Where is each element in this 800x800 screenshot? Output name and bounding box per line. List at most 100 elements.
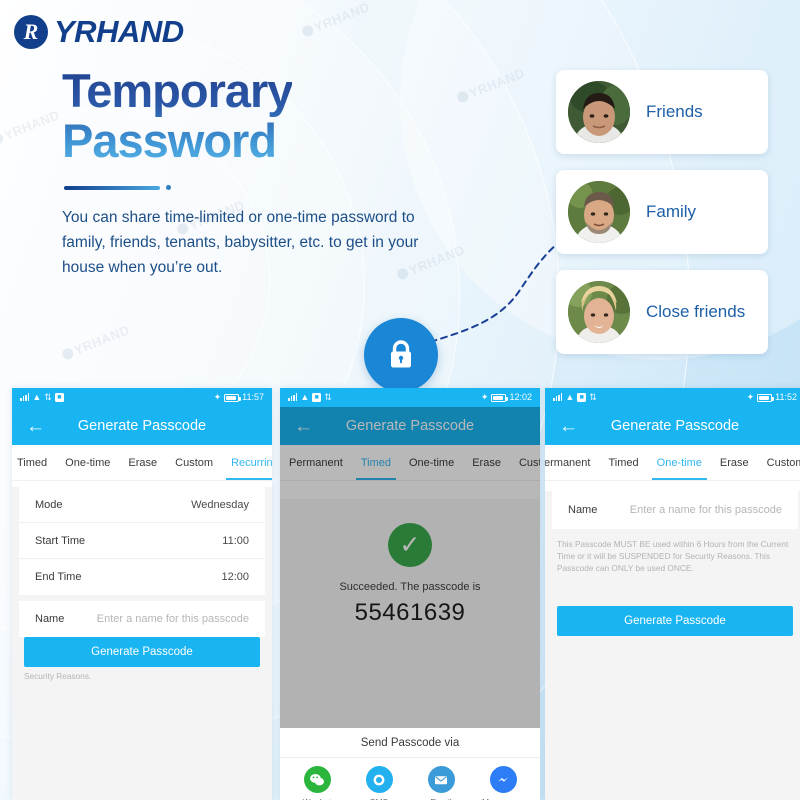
row-start-time[interactable]: Start Time 11:00 (19, 523, 265, 559)
page-title: Temporary Password (62, 66, 292, 166)
security-note: This Passcode MUST BE used within 6 Hour… (557, 539, 789, 573)
tab-custom[interactable]: Custom (758, 445, 800, 480)
phone-screenshot-2: ▲ ■ ⇅ ✦ 12:02 ← Generate Passcode Perman… (280, 388, 540, 800)
watermark: YRHAND (60, 322, 132, 363)
share-app-email[interactable]: Email (415, 766, 467, 800)
status-time: 12:02 (509, 392, 532, 402)
tab-timed[interactable]: Timed (12, 445, 56, 480)
list-item-label: Family (646, 202, 697, 221)
share-app-sms[interactable]: SMS (353, 766, 405, 800)
wifi-icon: ▲ (565, 392, 575, 402)
back-icon[interactable]: ← (559, 417, 578, 436)
brand-name: YRHAND (54, 14, 184, 49)
row-end-time[interactable]: End Time 12:00 (19, 559, 265, 595)
list-item-label: Friends (646, 102, 703, 121)
tab-timed[interactable]: Timed (352, 445, 400, 480)
wechat-icon (303, 766, 331, 793)
generate-passcode-button[interactable]: Generate Passcode (557, 606, 793, 636)
poster-canvas: YRHAND YRHAND YRHAND YRHAND YRHAND YRHAN… (0, 0, 800, 800)
bluetooth-icon: ✦ (213, 392, 222, 402)
screen-body: Name Enter a name for this passcode This… (545, 491, 800, 800)
tab-erase[interactable]: Erase (463, 445, 510, 480)
list-item-label: Close friends (646, 302, 746, 321)
battery-icon (757, 393, 775, 402)
usb-icon: ⇅ (589, 392, 597, 402)
result-panel: ✓ Succeeded. The passcode is 55461639 (292, 499, 528, 627)
messenger-icon (489, 766, 517, 793)
tab-custom[interactable]: Custom (510, 445, 540, 480)
page-title-line2: Password (62, 114, 277, 167)
row-label: Mode (35, 498, 63, 511)
row-label: End Time (35, 571, 82, 583)
share-app-list: Wechat SMS Email (280, 758, 540, 800)
back-icon[interactable]: ← (26, 417, 45, 436)
settings-list: Mode Wednesday Start Time 11:00 End Time… (19, 487, 265, 595)
phone-screenshot-3: ▲ ■ ⇅ ✦ 11:52 ← Generate Passcode ermane… (545, 388, 800, 800)
list-item[interactable]: Family (556, 170, 768, 254)
row-label: Name (568, 504, 598, 516)
tab-custom[interactable]: Custom (166, 445, 222, 480)
title-rule (64, 185, 160, 190)
tab-permanent[interactable]: ermanent (545, 445, 599, 480)
people-card-list: Friends § Family § (556, 70, 768, 370)
signal-icon (553, 392, 563, 403)
screen-body: Mode Wednesday Start Time 11:00 End Time… (12, 487, 272, 800)
passcode-value: 55461639 (354, 599, 466, 626)
app-bar: ← Generate Passcode (280, 407, 540, 445)
row-name[interactable]: Name Enter a name for this passcode (19, 601, 265, 637)
list-item[interactable]: Close friends (556, 270, 768, 354)
tab-erase[interactable]: Erase (119, 445, 166, 480)
generate-passcode-button[interactable]: Generate Passcode (24, 637, 260, 667)
name-input[interactable]: Enter a name for this passcode (630, 504, 782, 516)
app-icon: ■ (54, 393, 64, 402)
brand-mark-icon: R (14, 15, 48, 49)
usb-icon: ⇅ (44, 392, 52, 402)
battery-icon (491, 393, 509, 402)
back-icon[interactable]: ← (294, 417, 313, 436)
name-input[interactable]: Enter a name for this passcode (97, 613, 249, 625)
title-underline (64, 185, 171, 190)
success-check-icon: ✓ (388, 523, 432, 567)
row-label: Start Time (35, 534, 86, 547)
status-time: 11:52 (775, 392, 797, 402)
row-value: Wednesday (191, 498, 249, 511)
app-icon: ■ (577, 393, 587, 402)
tab-one-time[interactable]: One-time (648, 445, 711, 480)
list-item[interactable]: Friends (556, 70, 768, 154)
man-dark-hair-photo (568, 81, 630, 143)
share-app-wechat[interactable]: Wechat (291, 766, 343, 800)
hero-body-text: You can share time-limited or one-time p… (62, 209, 419, 276)
battery-icon (224, 393, 242, 402)
avatar (568, 81, 630, 143)
lock-badge (364, 318, 438, 392)
wifi-icon: ▲ (300, 392, 310, 402)
watermark: YRHAND (300, 0, 372, 40)
tab-one-time[interactable]: One-time (400, 445, 463, 480)
lock-icon (391, 340, 411, 368)
woman-blonde-photo (568, 281, 630, 343)
app-bar-title: Generate Passcode (345, 418, 475, 434)
tab-one-time[interactable]: One-time (56, 445, 119, 480)
watermark: YRHAND (0, 107, 62, 148)
share-app-messenger[interactable]: Messenger (477, 766, 529, 800)
tab-timed[interactable]: Timed (599, 445, 647, 480)
status-time: 11:57 (242, 392, 264, 402)
signal-icon (288, 392, 298, 403)
status-bar: ▲ ■ ⇅ ✦ 11:52 (545, 388, 800, 407)
success-message: Succeeded. The passcode is (339, 581, 481, 593)
app-bar: ← Generate Passcode (12, 407, 272, 445)
row-value: 11:00 (222, 534, 249, 547)
name-field-group: Name Enter a name for this passcode (19, 601, 265, 637)
app-bar-title: Generate Passcode (610, 418, 740, 434)
row-mode[interactable]: Mode Wednesday (19, 487, 265, 523)
row-name[interactable]: Name Enter a name for this passcode (552, 491, 798, 529)
share-sheet: Send Passcode via Wechat SMS (280, 728, 540, 800)
brand-logo: R YRHAND (14, 14, 184, 50)
tab-bar: ermanent Timed One-time Erase Custom (545, 445, 800, 481)
tab-permanent[interactable]: Permanent (280, 445, 352, 480)
tab-erase[interactable]: Erase (711, 445, 758, 480)
title-rule-dot (166, 185, 171, 190)
tab-bar: Timed One-time Erase Custom Recurring (12, 445, 272, 481)
sms-icon (365, 766, 393, 793)
tab-recurring[interactable]: Recurring (222, 445, 272, 480)
